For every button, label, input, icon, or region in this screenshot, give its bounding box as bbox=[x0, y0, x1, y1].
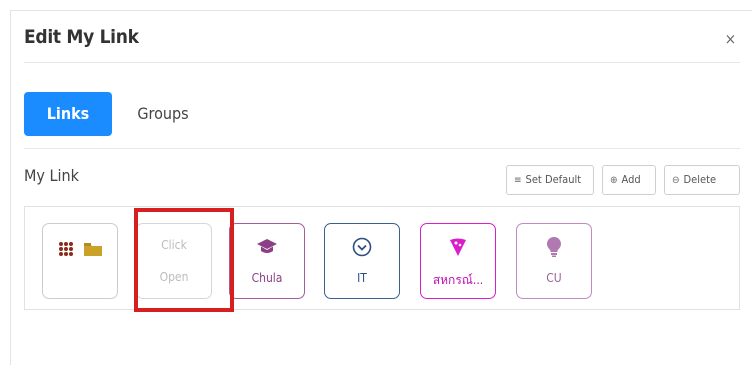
close-icon[interactable]: × bbox=[725, 30, 736, 48]
tab-groups[interactable]: Groups bbox=[122, 92, 204, 136]
tile-icon-wrap bbox=[421, 236, 495, 258]
link-tile-chula[interactable]: Chula bbox=[229, 223, 305, 299]
tile-label: IT bbox=[357, 271, 367, 285]
add-label: Add bbox=[621, 173, 641, 186]
apps-folder-tile[interactable] bbox=[42, 223, 118, 299]
delete-button[interactable]: ⊖ Delete bbox=[664, 165, 740, 195]
tile-label: สหกรณ์... bbox=[432, 273, 484, 287]
tile-icon-wrap bbox=[517, 236, 591, 258]
chevron-down-circle-icon bbox=[352, 237, 372, 257]
delete-label: Delete bbox=[683, 173, 717, 186]
dialog-header: Edit My Link × bbox=[24, 26, 740, 66]
pizza-icon bbox=[450, 238, 466, 256]
set-default-button[interactable]: ≡ Set Default bbox=[506, 165, 594, 195]
lightbulb-icon bbox=[547, 237, 561, 257]
link-tile-it[interactable]: IT bbox=[324, 223, 400, 299]
tab-divider bbox=[24, 148, 740, 149]
tile-icon-wrap bbox=[230, 236, 304, 258]
tab-links[interactable]: Links bbox=[24, 92, 112, 136]
set-default-label: Set Default bbox=[525, 173, 582, 186]
highlight-box bbox=[134, 208, 234, 312]
tile-label: CU bbox=[546, 271, 562, 285]
plus-circle-icon: ⊕ bbox=[610, 175, 618, 186]
tile-icon-wrap bbox=[325, 236, 399, 258]
header-divider bbox=[24, 62, 740, 63]
add-button[interactable]: ⊕ Add bbox=[602, 165, 656, 195]
dialog-title: Edit My Link bbox=[24, 26, 139, 48]
link-tile-cu[interactable]: CU bbox=[516, 223, 592, 299]
minus-circle-icon: ⊖ bbox=[672, 175, 680, 186]
list-icon: ≡ bbox=[514, 175, 522, 186]
tile-icons bbox=[43, 238, 117, 260]
section-title: My Link bbox=[24, 166, 79, 185]
graduation-cap-icon bbox=[257, 239, 277, 253]
folder-icon bbox=[83, 243, 102, 256]
link-tile-coop[interactable]: สหกรณ์... bbox=[420, 223, 496, 299]
tile-label: Chula bbox=[251, 271, 283, 285]
my-link-panel: Click Open Chula IT สหกรณ์... CU bbox=[24, 206, 740, 310]
apps-grid-icon bbox=[58, 242, 73, 256]
